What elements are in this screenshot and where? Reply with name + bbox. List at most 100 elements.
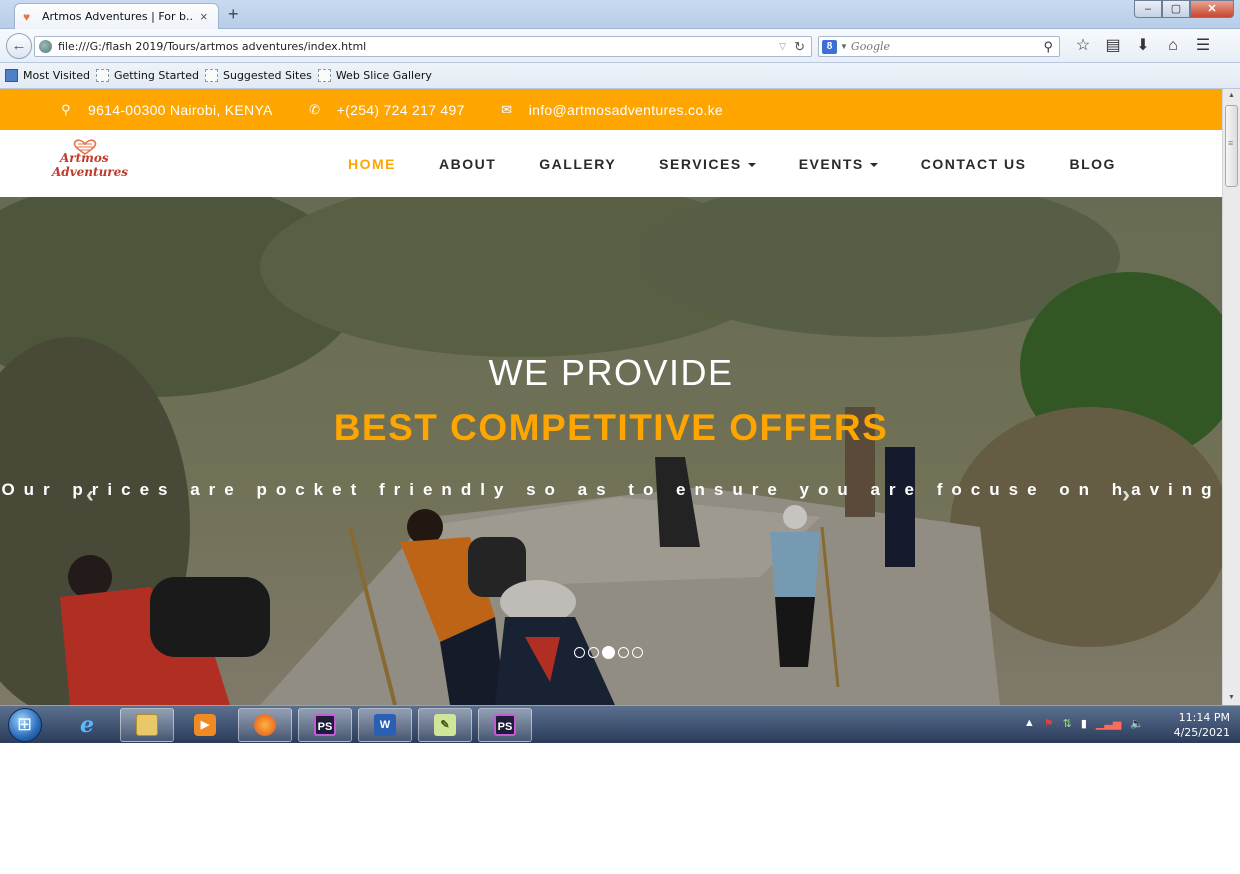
bookmarks-toolbar: Most Visited Getting Started Suggested S… xyxy=(0,63,1240,89)
tab-close-icon[interactable]: × xyxy=(200,9,208,24)
volume-icon[interactable]: 🔈 xyxy=(1130,717,1144,730)
nav-gallery[interactable]: GALLERY xyxy=(539,156,616,172)
hero-heading-2: BEST COMPETITIVE OFFERS xyxy=(333,407,889,448)
logo-line-2: Adventures xyxy=(52,165,129,179)
nav-blog[interactable]: BLOG xyxy=(1069,156,1115,172)
battery-icon[interactable]: ▮ xyxy=(1081,717,1087,730)
email-text[interactable]: info@artmosadventures.co.ke xyxy=(529,102,723,118)
page-viewport: ⚲ 9614-00300 Nairobi, KENYA ✆ +(254) 724… xyxy=(0,89,1222,705)
slider-dot[interactable] xyxy=(588,647,599,658)
browser-navigation-bar: ← file:///G:/flash 2019/Tours/artmos adv… xyxy=(0,29,1240,63)
network-icon[interactable]: ⇅ xyxy=(1063,717,1072,730)
globe-icon xyxy=(39,40,52,53)
page-icon xyxy=(205,69,218,82)
phone-icon: ✆ xyxy=(309,101,321,117)
start-button[interactable] xyxy=(8,708,42,742)
heart-favicon-icon: ♥ xyxy=(23,9,31,24)
page-icon xyxy=(95,69,109,82)
url-text[interactable]: file:///G:/flash 2019/Tours/artmos adven… xyxy=(58,40,779,53)
email-info[interactable]: ✉ info@artmosadventures.co.ke xyxy=(499,102,723,118)
bookmark-label: Web Slice Gallery xyxy=(335,69,432,82)
internet-explorer-icon[interactable]: e xyxy=(60,708,114,742)
envelope-icon: ✉ xyxy=(501,101,513,117)
clock-date: 4/25/2021 xyxy=(1173,726,1230,739)
search-icon[interactable]: ⚲ xyxy=(1043,39,1053,55)
phpstorm-icon-2[interactable]: PS xyxy=(478,708,532,742)
main-menu: HOME ABOUT GALLERY SERVICES EVENTS CONTACT US… xyxy=(348,130,1159,197)
slider-dot[interactable] xyxy=(602,646,615,659)
engine-dropdown-icon[interactable]: ▼ xyxy=(840,42,848,51)
bookmark-star-icon[interactable]: ☆ xyxy=(1068,35,1098,57)
slider-dot[interactable] xyxy=(632,647,643,658)
most-visited-icon xyxy=(5,69,18,82)
phpstorm-icon[interactable]: PS xyxy=(298,708,352,742)
signal-icon[interactable]: ▁▃▅ xyxy=(1096,717,1121,730)
hero-subtitle: Our prices are pocket friendly so as to … xyxy=(1,480,1221,499)
address-info: ⚲ 9614-00300 Nairobi, KENYA xyxy=(58,102,273,118)
action-center-flag-icon[interactable]: ⚑ xyxy=(1044,717,1054,730)
nav-label: HOME xyxy=(348,155,396,172)
caret-down-icon xyxy=(747,162,756,167)
tray-expand-icon[interactable]: ▲ xyxy=(1024,717,1035,730)
nav-label: GALLERY xyxy=(539,155,617,172)
windows-taskbar: e ▶ PS W ✎ PS ▲ ⚑ ⇅ ▮ ▁▃▅ 🔈 xyxy=(0,705,1240,743)
page-scrollbar[interactable]: ▲ ▼ xyxy=(1222,89,1240,705)
address-bar[interactable]: file:///G:/flash 2019/Tours/artmos adven… xyxy=(34,36,812,57)
notepad-plus-icon[interactable]: ✎ xyxy=(418,708,472,742)
page-icon xyxy=(317,69,331,82)
slider-next-arrow-icon[interactable]: › xyxy=(1122,481,1130,509)
menu-hamburger-icon[interactable]: ☰ xyxy=(1188,35,1218,57)
nav-label: SERVICES xyxy=(659,155,742,172)
clock-time: 11:14 PM xyxy=(1178,711,1230,724)
nav-services[interactable]: SERVICES xyxy=(659,156,756,172)
phone-text: +(254) 724 217 497 xyxy=(336,101,465,118)
url-dropdown-icon[interactable]: ▽ xyxy=(779,41,786,52)
bookmark-getting-started[interactable]: Getting Started xyxy=(95,69,199,82)
clipboard-icon[interactable]: ▤ xyxy=(1098,35,1128,57)
bookmark-web-slice-gallery[interactable]: Web Slice Gallery xyxy=(317,69,432,82)
search-input[interactable] xyxy=(850,40,1044,53)
word-icon[interactable]: W xyxy=(358,708,412,742)
reload-icon[interactable]: ↻ xyxy=(794,39,805,55)
system-tray: ▲ ⚑ ⇅ ▮ ▁▃▅ 🔈 xyxy=(1024,717,1144,730)
minimize-button[interactable]: – xyxy=(1134,0,1162,18)
maximize-button[interactable]: ▢ xyxy=(1162,0,1190,18)
nav-label: ABOUT xyxy=(439,155,497,172)
back-button[interactable]: ← xyxy=(6,33,32,59)
hero-heading-1: WE PROVIDE xyxy=(488,352,734,393)
google-engine-icon[interactable]: 8 xyxy=(822,39,837,54)
bookmark-label: Suggested Sites xyxy=(223,69,312,82)
slider-prev-arrow-icon[interactable]: ‹ xyxy=(86,481,94,509)
nav-contact-us[interactable]: CONTACT US xyxy=(921,156,1027,172)
taskbar-clock[interactable]: 11:14 PM 4/25/2021 xyxy=(1150,710,1230,740)
scroll-up-icon[interactable]: ▲ xyxy=(1223,89,1240,103)
scroll-down-icon[interactable]: ▼ xyxy=(1223,691,1240,705)
back-arrow-icon: ← xyxy=(11,37,27,54)
slider-dot[interactable] xyxy=(618,647,629,658)
logo-line-1: Artmos xyxy=(60,151,109,165)
browser-toolbar-icons: ☆ ▤ ⬇ ⌂ ☰ xyxy=(1068,35,1218,57)
browser-tab-strip: ♥ Artmos Adventures | For b... × + – ▢ ✕ xyxy=(0,0,1240,29)
bookmark-most-visited[interactable]: Most Visited xyxy=(5,69,90,82)
file-explorer-icon[interactable] xyxy=(120,708,174,742)
address-text: 9614-00300 Nairobi, KENYA xyxy=(88,101,273,118)
new-tab-button[interactable]: + xyxy=(228,5,239,23)
close-window-button[interactable]: ✕ xyxy=(1190,0,1234,18)
firefox-icon[interactable] xyxy=(238,708,292,742)
hero-slider: WE PROVIDE BEST COMPETITIVE OFFERS Our p… xyxy=(0,197,1222,705)
browser-tab[interactable]: ♥ Artmos Adventures | For b... × xyxy=(14,3,219,29)
nav-home[interactable]: HOME xyxy=(348,156,396,172)
nav-label: EVENTS xyxy=(798,155,864,172)
phone-info: ✆ +(254) 724 217 497 xyxy=(307,102,465,118)
slider-dot[interactable] xyxy=(574,647,585,658)
search-bar[interactable]: 8 ▼ ⚲ xyxy=(818,36,1060,57)
home-icon[interactable]: ⌂ xyxy=(1158,35,1188,57)
media-player-icon[interactable]: ▶ xyxy=(178,708,232,742)
nav-events[interactable]: EVENTS xyxy=(799,156,878,172)
site-logo[interactable]: Artmos Adventures xyxy=(50,139,145,187)
scroll-thumb[interactable] xyxy=(1225,105,1238,187)
caret-down-icon xyxy=(869,162,878,167)
nav-about[interactable]: ABOUT xyxy=(439,156,496,172)
bookmark-suggested-sites[interactable]: Suggested Sites xyxy=(205,69,312,82)
download-icon[interactable]: ⬇ xyxy=(1128,35,1158,57)
